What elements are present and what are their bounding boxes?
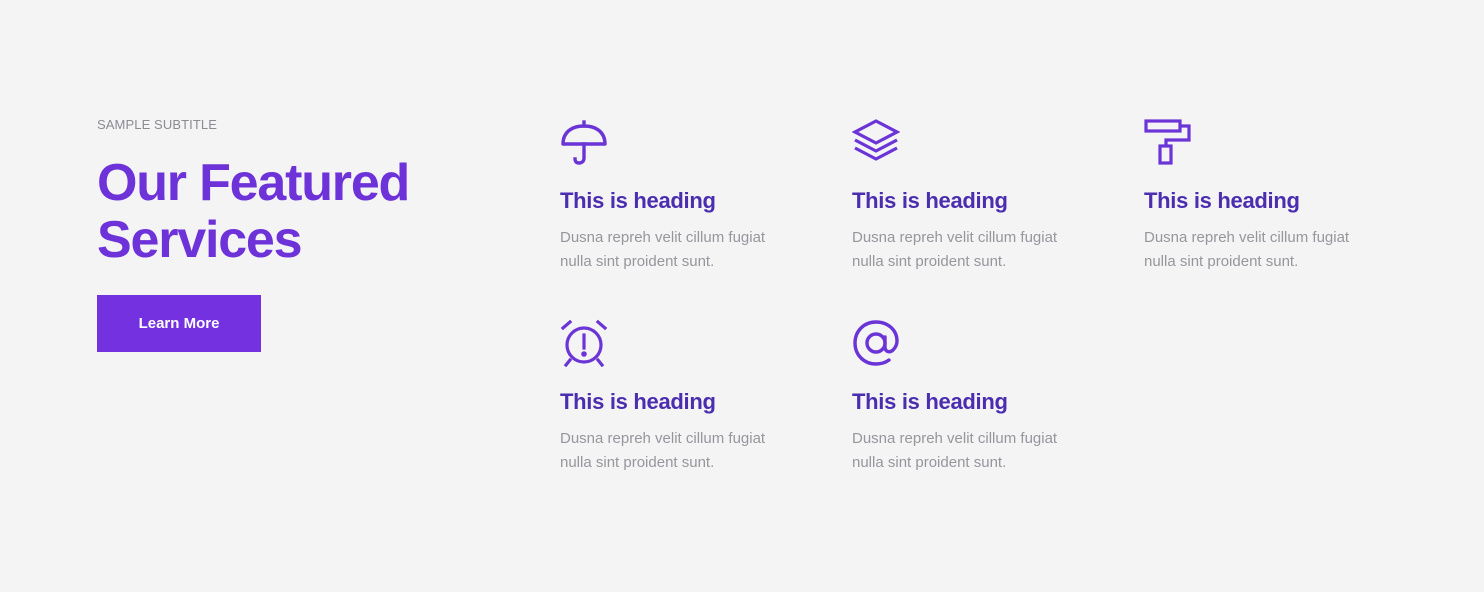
service-description: Dusna repreh velit cillum fugiat nulla s… [560, 430, 766, 471]
service-card-umbrella: This is heading Dusna repreh velit cillu… [560, 118, 820, 274]
section-title-line-2: Services [97, 211, 303, 269]
service-description: Dusna repreh velit cillum fugiat nulla s… [852, 430, 1058, 471]
service-description: Dusna repreh velit cillum fugiat nulla s… [560, 229, 766, 270]
umbrella-icon [560, 118, 608, 166]
service-card-paint-roller: This is heading Dusna repreh velit cillu… [1144, 118, 1404, 274]
service-heading: This is heading [852, 188, 1008, 213]
learn-more-button[interactable]: Learn More [97, 295, 261, 352]
service-card-layers: This is heading Dusna repreh velit cillu… [852, 118, 1112, 274]
section-title: Our Featured Services [97, 155, 457, 269]
service-card-alarm-clock: This is heading Dusna repreh velit cillu… [560, 319, 820, 475]
paint-roller-icon [1144, 118, 1192, 166]
at-sign-icon [852, 319, 900, 367]
service-card-at-sign: This is heading Dusna repreh velit cillu… [852, 319, 1112, 475]
intro-section: SAMPLE SUBTITLE Our Featured Services [97, 117, 457, 269]
service-description: Dusna repreh velit cillum fugiat nulla s… [852, 229, 1058, 270]
service-heading: This is heading [560, 188, 716, 213]
alarm-clock-icon [560, 319, 608, 367]
layers-icon [852, 118, 900, 166]
service-heading: This is heading [852, 389, 1008, 414]
section-title-line-1: Our Featured [97, 154, 410, 212]
service-heading: This is heading [560, 389, 716, 414]
section-subtitle: SAMPLE SUBTITLE [97, 117, 217, 132]
service-heading: This is heading [1144, 188, 1300, 213]
service-description: Dusna repreh velit cillum fugiat nulla s… [1144, 229, 1350, 270]
